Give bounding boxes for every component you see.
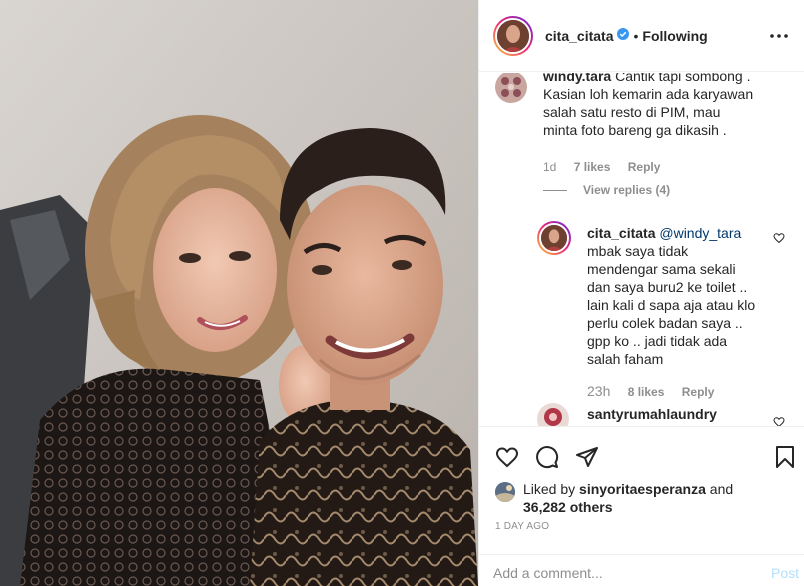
liker-avatar[interactable] bbox=[495, 482, 515, 502]
comment-text: windy.tara Cantik tapi sombong . Kasian … bbox=[543, 73, 773, 139]
commenter-avatar[interactable] bbox=[537, 221, 571, 255]
comment-text: santyrumahlaundry bbox=[587, 405, 777, 423]
heart-icon[interactable] bbox=[495, 445, 519, 469]
comment-line: dan saya buru2 ke toilet .. bbox=[587, 279, 748, 295]
post-timestamp[interactable]: 1 DAY AGO bbox=[495, 521, 549, 532]
comment-mention[interactable]: @windy_tara bbox=[659, 225, 741, 241]
commenter-avatar[interactable] bbox=[537, 403, 569, 426]
commenter-username[interactable]: windy.tara bbox=[543, 73, 611, 84]
share-icon[interactable] bbox=[575, 445, 599, 469]
liker-username[interactable]: sinyoritaesperanza bbox=[579, 481, 706, 497]
comment-line: salah satu resto di PIM, mau bbox=[543, 104, 721, 120]
comment-text: cita_citata @windy_tara mbak saya tidak … bbox=[587, 224, 777, 368]
author-username[interactable]: cita_citata bbox=[545, 28, 613, 44]
comments-list: windy.tara Cantik tapi sombong . Kasian … bbox=[479, 73, 804, 426]
more-options-icon[interactable] bbox=[769, 28, 789, 44]
comment-age[interactable]: 1d bbox=[543, 160, 556, 174]
like-comment-heart-icon[interactable] bbox=[773, 231, 785, 244]
post-comment-button[interactable]: Post bbox=[771, 565, 799, 581]
likes-prefix: Liked by bbox=[523, 481, 576, 497]
likes-text: Liked by sinyoritaesperanza and 36,282 o… bbox=[523, 480, 763, 516]
commenter-username[interactable]: cita_citata bbox=[587, 225, 655, 241]
verified-badge-icon bbox=[617, 27, 630, 45]
comment-line: perlu colek badan saya .. bbox=[587, 315, 743, 331]
post-photo-art bbox=[0, 0, 478, 586]
view-replies-line bbox=[543, 189, 567, 191]
comment-reply-item: cita_citata @windy_tara mbak saya tidak … bbox=[479, 215, 804, 405]
view-replies-label: View replies (4) bbox=[583, 183, 671, 197]
like-comment-heart-icon[interactable] bbox=[773, 415, 785, 426]
reply-button[interactable]: Reply bbox=[628, 160, 661, 174]
post-actions-bar bbox=[479, 426, 804, 478]
author-avatar[interactable] bbox=[493, 15, 533, 56]
comment-line: minta foto bareng ga dikasih . bbox=[543, 122, 727, 138]
add-comment-input[interactable] bbox=[493, 565, 743, 581]
comment-meta: 23h 8 likes Reply bbox=[587, 383, 728, 399]
comment-meta: 1d 7 likes Reply bbox=[543, 160, 674, 174]
reply-button[interactable]: Reply bbox=[682, 385, 715, 399]
commenter-avatar[interactable] bbox=[495, 73, 527, 103]
comment-line: gpp ko .. jadi tidak ada bbox=[587, 333, 728, 349]
comment-line: salah faham bbox=[587, 351, 664, 367]
following-button[interactable]: Following bbox=[642, 28, 707, 44]
add-comment-bar: Post bbox=[479, 554, 804, 586]
likes-connector: and bbox=[709, 481, 734, 497]
comment-item: windy.tara Cantik tapi sombong . Kasian … bbox=[479, 73, 804, 203]
instagram-post-modal: cita_citata • Following windy.tara Canti… bbox=[0, 0, 804, 586]
comment-reply-item: santyrumahlaundry bbox=[479, 403, 804, 426]
view-replies-button[interactable]: View replies (4) bbox=[543, 183, 670, 197]
bookmark-icon[interactable] bbox=[773, 445, 797, 469]
comment-line: mbak saya tidak bbox=[587, 243, 689, 259]
comment-line: lain kali d sapa aja atau klo bbox=[587, 297, 756, 313]
comment-line: Kasian loh kemarin ada karyawan bbox=[543, 86, 754, 102]
post-sidebar: cita_citata • Following windy.tara Canti… bbox=[478, 0, 804, 586]
post-photo[interactable] bbox=[0, 0, 478, 586]
comment-line: Cantik tapi sombong . bbox=[615, 73, 751, 84]
header-separator: • bbox=[633, 27, 639, 44]
comment-line: mendengar sama sekali bbox=[587, 261, 736, 277]
commenter-username[interactable]: santyrumahlaundry bbox=[587, 406, 717, 422]
comment-likes[interactable]: 7 likes bbox=[574, 160, 611, 174]
comment-likes[interactable]: 8 likes bbox=[628, 385, 665, 399]
post-header: cita_citata • Following bbox=[479, 0, 804, 72]
comment-age[interactable]: 23h bbox=[587, 383, 610, 399]
comment-icon[interactable] bbox=[535, 445, 559, 469]
likes-others-count[interactable]: 36,282 others bbox=[523, 499, 613, 515]
